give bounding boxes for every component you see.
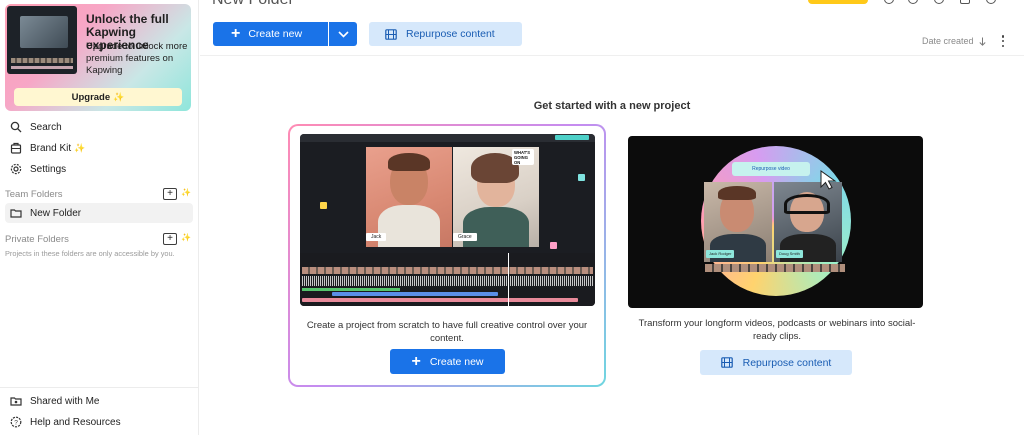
caption-bubble: WHAT'S GOING ON [512, 149, 534, 165]
sidebar: Unlock the full Kapwing experience Upgra… [0, 0, 199, 435]
repurpose-pill: Repurpose video [732, 162, 810, 176]
sidebar-divider [0, 387, 199, 388]
repurpose-card[interactable]: Repurpose video Jack Rodger Doug Smith T… [618, 124, 936, 387]
sidebar-item-label: Help and Resources [30, 416, 121, 428]
promo-thumbnail [7, 6, 77, 74]
sort-control[interactable]: Date created [922, 36, 986, 46]
repurpose-preview-image: Repurpose video Jack Rodger Doug Smith [628, 136, 923, 308]
account-icon[interactable] [986, 0, 996, 4]
create-card-description: Create a project from scratch to have fu… [306, 320, 588, 344]
more-options-icon[interactable] [1000, 35, 1006, 47]
create-new-button[interactable]: + Create new [213, 22, 328, 46]
speaker-label-left: Jack [366, 233, 387, 241]
svg-text:?: ? [14, 419, 18, 426]
speaker-label-right: Grace [453, 233, 477, 241]
film-icon [385, 28, 397, 40]
editor-preview-image: Jack Grace WHAT'S GOING ON [300, 134, 595, 306]
add-private-folder-button[interactable]: + [163, 233, 177, 245]
help-icon: ? [10, 416, 22, 428]
create-new-card[interactable]: Jack Grace WHAT'S GOING ON Create a proj… [288, 124, 606, 387]
create-new-label: Create new [248, 28, 303, 40]
sort-label: Date created [922, 36, 974, 46]
sidebar-item-label: Settings [30, 163, 67, 175]
private-folders-label: Private Folders [5, 234, 69, 245]
sidebar-item-brand-kit[interactable]: Brand Kit ✨ [5, 138, 193, 158]
chevron-down-icon [337, 30, 349, 38]
sidebar-item-help[interactable]: ? Help and Resources [5, 412, 193, 432]
shared-folder-icon [10, 397, 22, 406]
sidebar-item-settings[interactable]: Settings [5, 159, 193, 179]
upgrade-top-button[interactable] [808, 0, 868, 4]
main-content: New Folder + Create new Repurpose conten… [200, 0, 1024, 435]
arrow-down-icon [978, 37, 986, 46]
create-options-button[interactable] [329, 22, 357, 46]
film-icon [720, 357, 733, 368]
plus-icon: + [231, 25, 241, 42]
upgrade-promo[interactable]: Unlock the full Kapwing experience Upgra… [5, 4, 191, 111]
speaker-tag-left: Jack Rodger [706, 250, 735, 258]
create-new-split-button: + Create new [213, 22, 357, 46]
app-root: Unlock the full Kapwing experience Upgra… [0, 0, 1024, 435]
get-started-heading: Get started with a new project [533, 100, 691, 112]
promo-text: Upgrade to unlock more premium features … [86, 41, 188, 76]
notification-icon[interactable] [908, 0, 918, 4]
add-team-folder-button[interactable]: + [163, 188, 177, 200]
search-icon [10, 121, 22, 133]
page-title: New Folder [212, 0, 294, 9]
plus-icon: + [411, 352, 421, 370]
brand-kit-icon [10, 142, 22, 154]
sidebar-item-label: Search [30, 121, 62, 133]
sidebar-item-shared-with-me[interactable]: Shared with Me [5, 391, 193, 411]
cursor-tag-pink [550, 242, 558, 249]
upgrade-button[interactable]: Upgrade ✨ [14, 88, 182, 106]
cursor-icon [820, 170, 837, 190]
menu-icon[interactable] [960, 0, 970, 4]
card-repurpose-label: Repurpose content [742, 356, 832, 369]
folder-icon [10, 209, 22, 218]
card-create-label: Create new [429, 355, 484, 368]
sidebar-item-new-folder[interactable]: New Folder [5, 203, 193, 223]
settings-top-icon[interactable] [934, 0, 944, 4]
search-top-icon[interactable] [884, 0, 894, 4]
card-create-new-button[interactable]: + Create new [390, 349, 505, 374]
sparkle-icon: ✨ [74, 142, 86, 153]
speaker-tag-right: Doug Smith [776, 250, 803, 258]
header-divider [200, 55, 1024, 56]
editor-timeline [300, 253, 595, 306]
sidebar-item-search[interactable]: Search [5, 117, 193, 137]
repurpose-card-description: Transform your longform videos, podcasts… [638, 318, 916, 342]
sparkle-icon: ✨ [113, 91, 125, 102]
private-folders-note: Projects in these folders are only acces… [5, 249, 175, 258]
sidebar-item-label: Brand Kit [30, 142, 72, 154]
team-folders-label: Team Folders [5, 189, 63, 200]
cursor-tag-yellow [320, 202, 328, 209]
sidebar-item-label: Shared with Me [30, 395, 100, 407]
sidebar-item-label: New Folder [30, 207, 82, 219]
cursor-tag-teal [578, 174, 586, 181]
gear-icon [10, 163, 22, 175]
repurpose-label: Repurpose content [406, 28, 495, 40]
repurpose-content-button[interactable]: Repurpose content [369, 22, 522, 46]
sparkle-icon: ✨ [181, 233, 191, 242]
sparkle-icon: ✨ [181, 188, 191, 197]
upgrade-label: Upgrade [71, 91, 111, 103]
card-repurpose-button[interactable]: Repurpose content [700, 350, 852, 375]
